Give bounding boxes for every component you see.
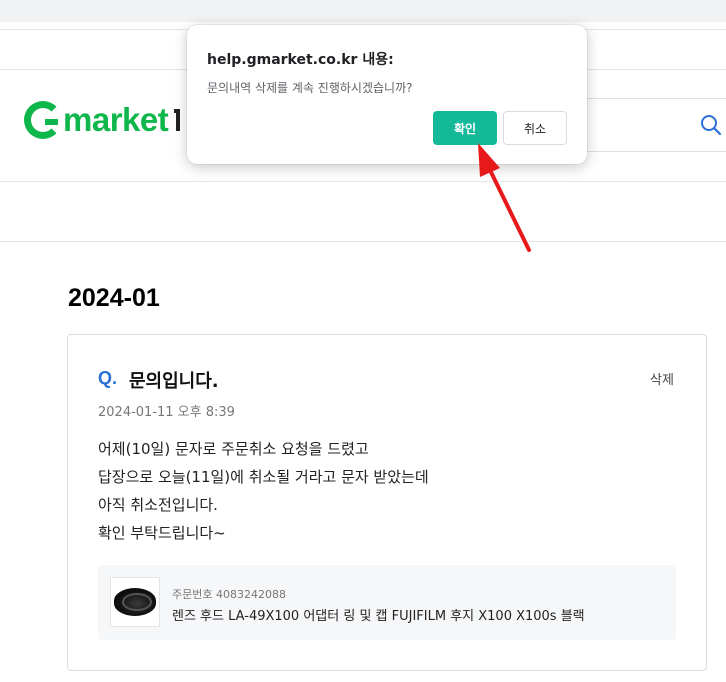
dialog-title: help.gmarket.co.kr 내용: [207, 52, 394, 68]
cancel-button[interactable]: 취소 [503, 111, 567, 145]
logo-suffix-mark [174, 109, 181, 131]
question-mark-label: Q. [98, 368, 118, 388]
section-date-heading: 2024-01 [68, 284, 160, 312]
dialog-message: 문의내역 삭제를 계속 진행하시겠습니까? [207, 81, 413, 95]
lens-hood-image [114, 588, 156, 616]
divider [0, 241, 726, 242]
inquiry-title: 문의입니다. [129, 371, 219, 392]
inquiry-body: 어제(10일) 문자로 주문취소 요청을 드렸고 답장으로 오늘(11일)에 취… [98, 435, 429, 547]
gmarket-logo[interactable]: market [24, 98, 181, 142]
inquiry-datetime: 2024-01-11 오후 8:39 [98, 405, 235, 420]
confirm-dialog: help.gmarket.co.kr 내용: 문의내역 삭제를 계속 진행하시겠… [187, 25, 587, 164]
order-info-box[interactable]: 주문번호 4083242088 렌즈 후드 LA-49X100 어댑터 링 및 … [98, 565, 676, 640]
search-icon[interactable] [700, 114, 722, 136]
delete-button[interactable]: 삭제 [650, 369, 674, 388]
product-thumbnail[interactable] [110, 577, 160, 627]
ok-button[interactable]: 확인 [433, 111, 497, 145]
browser-top-strip [0, 0, 726, 22]
inquiry-card: Q. 문의입니다. 삭제 2024-01-11 오후 8:39 어제(10일) … [67, 334, 707, 671]
order-number: 주문번호 4083242088 [172, 588, 286, 601]
inquiry-body-line: 답장으로 오늘(11일)에 취소될 거라고 문자 받았는데 [98, 468, 429, 486]
inquiry-body-line: 확인 부탁드립니다~ [98, 524, 226, 542]
divider [0, 181, 726, 182]
inquiry-body-line: 아직 취소전입니다. [98, 496, 218, 514]
product-name[interactable]: 렌즈 후드 LA-49X100 어댑터 링 및 캡 FUJIFILM 후지 X1… [172, 605, 585, 624]
logo-g-mark [24, 101, 62, 139]
inquiry-body-line: 어제(10일) 문자로 주문취소 요청을 드렸고 [98, 440, 369, 458]
logo-text: market [63, 101, 169, 138]
